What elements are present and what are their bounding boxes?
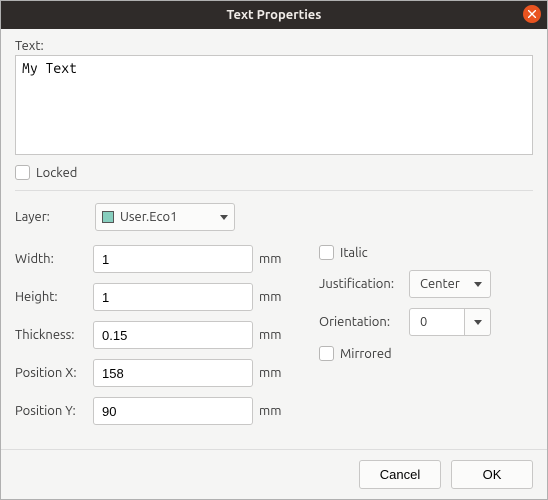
thickness-unit: mm [253,328,283,342]
thickness-input[interactable] [93,321,253,349]
height-unit: mm [253,290,283,304]
layer-value: User.Eco1 [120,210,177,224]
justify-dropdown[interactable]: Center [409,270,491,298]
layer-label: Layer: [15,210,87,224]
text-input[interactable] [15,55,533,155]
posy-label: Position Y: [15,404,93,418]
close-icon [528,10,536,18]
width-unit: mm [253,252,283,266]
italic-label: Italic [340,246,368,260]
posx-input[interactable] [93,359,253,387]
mirrored-label: Mirrored [340,347,392,361]
locked-label: Locked [36,166,77,180]
width-input[interactable] [93,245,253,273]
posx-label: Position X: [15,366,93,380]
chevron-down-icon [474,282,482,287]
posx-unit: mm [253,366,283,380]
height-input[interactable] [93,283,253,311]
layer-swatch-icon [102,211,114,223]
orientation-dropdown-button[interactable] [464,309,490,335]
chevron-down-icon [220,215,228,220]
text-label: Text: [15,39,533,53]
dialog-window: Text Properties Text: Locked Layer: User… [0,0,548,500]
orient-label: Orientation: [319,315,409,329]
layer-dropdown[interactable]: User.Eco1 [95,203,235,231]
italic-checkbox[interactable] [319,245,334,260]
chevron-down-icon [474,320,482,325]
window-title: Text Properties [1,8,547,22]
close-button[interactable] [523,5,541,23]
divider [15,190,533,191]
ok-button[interactable]: OK [451,460,533,489]
titlebar: Text Properties [1,1,547,29]
justify-value: Center [420,277,460,291]
height-label: Height: [15,290,93,304]
orientation-value: 0 [410,309,464,335]
locked-checkbox[interactable] [15,165,30,180]
dialog-footer: Cancel OK [1,449,547,499]
posy-unit: mm [253,404,283,418]
mirrored-checkbox[interactable] [319,346,334,361]
width-label: Width: [15,252,93,266]
orientation-combobox[interactable]: 0 [409,308,491,336]
posy-input[interactable] [93,397,253,425]
thickness-label: Thickness: [15,328,93,342]
cancel-button[interactable]: Cancel [359,460,441,489]
dialog-content: Text: Locked Layer: User.Eco1 Width: mm [1,29,547,449]
justify-label: Justification: [319,277,409,291]
